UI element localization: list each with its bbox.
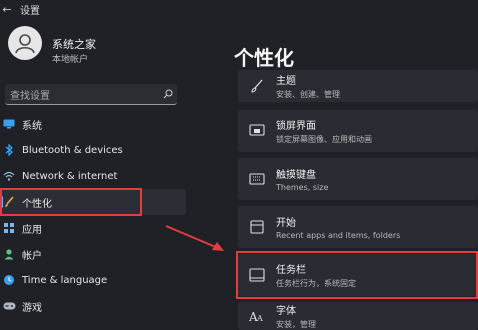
font-icon: AA <box>248 307 266 325</box>
sidebar-item-accounts[interactable]: 帐户 <box>0 241 186 267</box>
sidebar-item-label: Network & internet <box>22 170 118 182</box>
user-name: 系统之家 <box>52 38 96 51</box>
window-title: 设置 <box>20 5 40 17</box>
card-themes[interactable]: 主题 安装、创建、管理 <box>238 70 478 102</box>
sidebar-item-label: Bluetooth & devices <box>22 144 123 156</box>
card-touch-keyboard[interactable]: 触摸键盘 Themes, size <box>238 158 478 200</box>
card-start[interactable]: 开始 Recent apps and items, folders <box>238 206 478 248</box>
card-title: 开始 <box>276 218 296 229</box>
sidebar-item-label: 游戏 <box>22 302 42 314</box>
sidebar-item-apps[interactable]: 应用 <box>0 215 186 241</box>
card-title: 锁屏界面 <box>276 121 316 132</box>
annotation-highlight-sidebar <box>0 188 142 216</box>
keyboard-icon <box>248 170 266 188</box>
card-subtitle: Themes, size <box>276 183 329 192</box>
lockscreen-icon <box>248 122 266 140</box>
annotation-highlight-taskbar <box>236 251 478 299</box>
account-type: 本地帐户 <box>52 55 89 65</box>
card-fonts[interactable]: AA 字体 安装，管理 <box>238 302 478 330</box>
card-lock-screen[interactable]: 锁屏界面 锁定屏幕图像、应用和动画 <box>238 110 478 152</box>
monitor-icon <box>2 117 16 131</box>
sidebar-item-gaming[interactable]: 游戏 <box>0 293 186 319</box>
card-subtitle: 锁定屏幕图像、应用和动画 <box>276 135 372 144</box>
network-icon <box>2 169 16 183</box>
card-subtitle: 安装、创建、管理 <box>276 90 340 99</box>
apps-icon <box>2 221 16 235</box>
svg-text:A: A <box>256 314 263 323</box>
back-arrow-icon[interactable]: ← <box>0 3 14 16</box>
search-input[interactable]: 查找设置 <box>10 87 159 102</box>
account-icon <box>2 247 16 261</box>
sidebar-item-label: 应用 <box>22 224 42 236</box>
globe-clock-icon <box>2 273 16 287</box>
sidebar-item-bluetooth[interactable]: Bluetooth & devices <box>0 137 186 163</box>
card-title: 字体 <box>276 306 296 317</box>
game-icon <box>2 299 16 313</box>
sidebar-item-label: Time & language <box>22 274 108 286</box>
sidebar-item-network[interactable]: Network & internet <box>0 163 186 189</box>
search-box[interactable]: 查找设置 <box>5 84 177 105</box>
sidebar-item-label: 系统 <box>22 120 42 132</box>
title-bar: ← 设置 <box>0 0 478 18</box>
card-subtitle: 安装，管理 <box>276 320 316 329</box>
start-icon <box>248 218 266 236</box>
card-title: 触摸键盘 <box>276 170 316 181</box>
sidebar-item-time-language[interactable]: Time & language <box>0 267 186 293</box>
search-icon[interactable] <box>159 85 177 103</box>
sidebar-item-system[interactable]: 系统 <box>0 111 186 137</box>
user-icon <box>15 34 35 54</box>
card-subtitle: Recent apps and items, folders <box>276 231 401 240</box>
avatar[interactable] <box>8 26 42 60</box>
sidebar-item-label: 帐户 <box>22 250 42 262</box>
page-title: 个性化 <box>234 46 294 70</box>
card-title: 主题 <box>276 76 296 87</box>
bluetooth-icon <box>2 143 16 157</box>
brush-icon <box>248 77 266 95</box>
